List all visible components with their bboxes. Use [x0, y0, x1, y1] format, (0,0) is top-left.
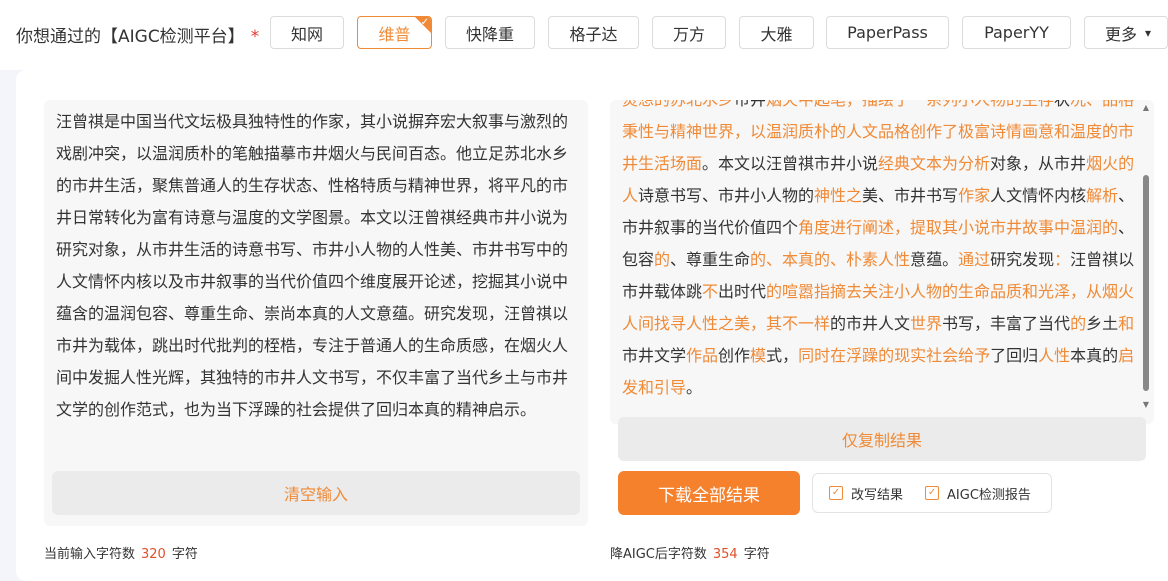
highlighted-segment: 角度进行阐述，提取其小说市井故事中温润的 — [798, 218, 1119, 237]
question-text: 你想通过的【AIGC检测平台】 — [16, 27, 245, 47]
count-suffix: 字符 — [743, 547, 770, 562]
option-label: AIGC检测报告 — [947, 487, 1031, 503]
highlighted-segment: 经典文本为分析 — [878, 154, 991, 173]
scroll-thumb[interactable] — [1143, 175, 1149, 391]
highlighted-segment: 模 — [750, 346, 767, 365]
highlighted-segment: 的、本真的、朴素人性 — [750, 250, 911, 269]
checkbox-checked-icon[interactable]: ✓ — [925, 486, 940, 500]
text-segment: 乡土 — [1086, 314, 1119, 333]
highlighted-segment: 神性之 — [814, 186, 863, 205]
count-prefix: 降AIGC后字符数 — [610, 547, 707, 562]
text-segment: 创作 — [718, 346, 751, 365]
option-aigc-report[interactable]: ✓ AIGC检测报告 — [925, 484, 1031, 503]
main-panel: 汪曾祺是中国当代文坛极具独特性的作家，其小说摒弃宏大叙事与激烈的戏剧冲突，以温润… — [16, 70, 1168, 581]
more-label: 更多 — [1105, 24, 1138, 44]
platform-question-label: 你想通过的【AIGC检测平台】 * — [16, 22, 259, 47]
output-char-count: 降AIGC后字符数 354 字符 — [610, 543, 770, 562]
chevron-down-icon: ▾ — [1145, 25, 1152, 40]
platform-selector-bar: 你想通过的【AIGC检测平台】 * 知网 维普 ✓ 快降重 格子达 万方 大雅 P… — [0, 0, 1168, 70]
text-segment: 的市井人文 — [830, 314, 911, 333]
checkbox-checked-icon[interactable]: ✓ — [829, 486, 843, 500]
platform-option-kuaijiangzhong[interactable]: 快降重 — [445, 16, 535, 49]
input-text: 汪曾祺是中国当代文坛极具独特性的作家，其小说摒弃宏大叙事与激烈的戏剧冲突，以温润… — [56, 112, 569, 419]
platform-label: 维普 — [378, 24, 411, 44]
highlighted-segment: 作品 — [686, 346, 719, 365]
download-all-label: 下载全部结果 — [658, 485, 760, 506]
highlighted-segment: 作家 — [958, 186, 991, 205]
highlighted-segment: 同时在浮躁的现实社会给予 — [798, 346, 991, 365]
more-platforms-dropdown[interactable]: 更多 ▾ — [1084, 16, 1168, 49]
platform-label: 快降重 — [465, 24, 514, 44]
text-segment: 。 — [686, 378, 703, 397]
highlighted-segment: 人性 — [1038, 346, 1071, 365]
text-segment: 市井 — [734, 100, 766, 109]
required-mark: * — [250, 27, 260, 47]
input-char-count: 当前输入字符数 320 字符 — [44, 543, 198, 562]
text-segment: 出时代 — [718, 282, 767, 301]
text-segment: 人文情怀内核 — [990, 186, 1087, 205]
text-segment: 市井文学 — [622, 346, 687, 365]
platform-option-daya[interactable]: 大雅 — [739, 16, 814, 49]
highlighted-segment: 通过 — [958, 250, 991, 269]
text-segment: 了回归 — [990, 346, 1039, 365]
highlighted-segment: 熨想的苏北水乡 — [622, 100, 734, 109]
text-segment: 书写，丰富了当代 — [942, 314, 1071, 333]
copy-result-label: 仅复制结果 — [841, 431, 922, 450]
count-value: 320 — [141, 547, 166, 562]
highlighted-segment: 世界 — [910, 314, 943, 333]
count-suffix: 字符 — [171, 547, 198, 562]
check-icon: ✓ — [420, 17, 429, 28]
input-textarea[interactable]: 汪曾祺是中国当代文坛极具独特性的作家，其小说摒弃宏大叙事与激烈的戏剧冲突，以温润… — [44, 100, 588, 526]
highlighted-segment: 解析 — [1086, 186, 1119, 205]
text-segment: 、尊重生命 — [670, 250, 751, 269]
platform-option-paperpass[interactable]: PaperPass — [826, 16, 949, 49]
platform-label: PaperPass — [847, 23, 928, 42]
scroll-up-arrow-icon[interactable]: ▲ — [1140, 103, 1152, 112]
text-segment: 本真的 — [1070, 346, 1119, 365]
download-all-button[interactable]: 下载全部结果 — [618, 471, 800, 515]
highlighted-segment: ： — [1054, 250, 1071, 269]
platform-label: 大雅 — [760, 24, 793, 44]
highlighted-segment: 的 — [1070, 314, 1087, 333]
platform-label: PaperYY — [984, 23, 1049, 42]
platform-option-cnki[interactable]: 知网 — [270, 16, 344, 49]
highlighted-segment: 和 — [1118, 314, 1135, 333]
text-segment: 诗意书写、市井小人物的 — [638, 186, 815, 205]
option-label: 改写结果 — [851, 487, 904, 503]
download-options: ✓ 改写结果 ✓ AIGC检测报告 — [812, 473, 1052, 513]
platform-label: 万方 — [672, 24, 705, 44]
output-text: 熨想的苏北水乡市井烟火中起笔，描绘了一系列小人物的生存状况、品格秉性与精神世界，… — [622, 100, 1136, 404]
text-segment: 对象，从市井 — [990, 154, 1087, 173]
clear-input-label: 清空输入 — [283, 485, 348, 504]
output-result-box[interactable]: 熨想的苏北水乡市井烟火中起笔，描绘了一系列小人物的生存状况、品格秉性与精神世界，… — [610, 100, 1154, 424]
scroll-down-arrow-icon[interactable]: ▼ — [1140, 400, 1152, 409]
text-segment: 意蕴。 — [910, 250, 959, 269]
text-segment: 。本文以汪曾祺市井小说 — [702, 154, 879, 173]
highlighted-segment: 不 — [702, 282, 719, 301]
platform-option-wanfang[interactable]: 万方 — [652, 16, 726, 49]
option-rewrite-result[interactable]: ✓ 改写结果 — [829, 484, 903, 503]
platform-option-gezida[interactable]: 格子达 — [548, 16, 639, 49]
platform-option-paperyy[interactable]: PaperYY — [962, 16, 1071, 49]
platform-label: 格子达 — [569, 24, 618, 44]
text-segment: 美、市井书写 — [862, 186, 959, 205]
clear-input-button[interactable]: 清空输入 — [52, 471, 580, 515]
highlighted-segment: 烟火中起笔，描绘了一系列小人物的生存 — [766, 100, 1054, 109]
text-segment: 式， — [766, 346, 799, 365]
copy-result-button[interactable]: 仅复制结果 — [618, 417, 1146, 461]
text-segment: 状 — [1054, 100, 1070, 109]
platform-label: 知网 — [290, 24, 323, 44]
highlighted-segment: 的 — [654, 250, 671, 269]
count-prefix: 当前输入字符数 — [44, 547, 136, 562]
text-segment: 研究发现 — [990, 250, 1055, 269]
platform-option-weipu[interactable]: 维普 ✓ — [357, 16, 432, 49]
output-scrollbar[interactable]: ▲ ▼ — [1140, 103, 1152, 409]
count-value: 354 — [712, 547, 738, 562]
